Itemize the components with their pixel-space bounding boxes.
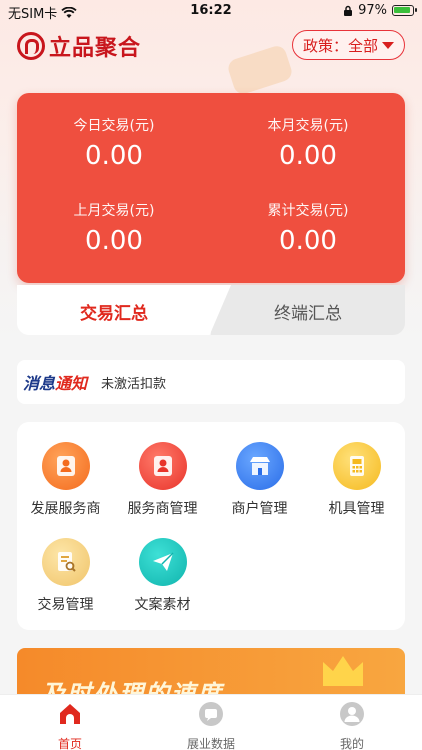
menu-develop-provider[interactable]: 发展服务商	[17, 442, 114, 518]
menu-device-management[interactable]: 机具管理	[308, 442, 405, 518]
menu-label: 发展服务商	[30, 501, 101, 517]
stat-value: 0.00	[279, 226, 337, 256]
menu-label: 交易管理	[37, 597, 94, 613]
crown-icon	[323, 656, 363, 686]
menu-label: 文案素材	[134, 597, 191, 613]
app-logo: 立品聚合	[17, 30, 141, 62]
person-badge-icon	[138, 442, 187, 490]
tabbar-data[interactable]: 展业数据	[141, 701, 281, 750]
lock-rotation-icon	[344, 5, 353, 16]
stat-value: 0.00	[85, 141, 143, 171]
stat-label: 上月交易(元)	[73, 203, 155, 219]
bottom-tab-bar: 首页 展业数据 我的	[0, 694, 422, 750]
battery-percent: 97%	[358, 3, 387, 18]
stat-cumulative: 累计交易(元) 0.00	[211, 200, 405, 256]
function-grid: 发展服务商 服务商管理 商户管理 机具管理 交易管理 文案素材	[17, 422, 405, 630]
stat-label: 今日交易(元)	[73, 118, 155, 134]
data-chat-icon	[199, 702, 223, 726]
home-icon	[60, 704, 80, 724]
menu-label: 服务商管理	[127, 501, 198, 517]
menu-merchant-management[interactable]: 商户管理	[211, 442, 308, 518]
policy-filter-label: 政策：全部	[302, 36, 378, 55]
stat-label: 本月交易(元)	[267, 118, 349, 134]
document-search-icon	[41, 538, 90, 586]
tabbar-mine[interactable]: 我的	[282, 701, 422, 750]
notice-logo: 消息通知	[23, 370, 87, 394]
app-header: 立品聚合 政策：全部	[0, 28, 422, 62]
tabbar-label: 展业数据	[186, 737, 235, 750]
message-notice-bar[interactable]: 消息通知 未激活扣款	[17, 360, 405, 404]
stat-label: 累计交易(元)	[267, 203, 349, 219]
notice-logo-part1: 消息	[23, 374, 56, 393]
policy-filter-dropdown[interactable]: 政策：全部	[291, 30, 405, 60]
banner-text: 及时处理的速度	[41, 680, 223, 694]
menu-provider-management[interactable]: 服务商管理	[114, 442, 211, 518]
user-icon	[340, 702, 364, 726]
tabbar-label: 我的	[339, 737, 364, 750]
status-bar: 无SIM卡 16:22 97%	[0, 0, 422, 22]
tab-transaction-summary[interactable]: 交易汇总	[17, 299, 211, 324]
menu-transaction-management[interactable]: 交易管理	[17, 538, 114, 614]
caret-down-icon	[382, 41, 394, 49]
transaction-stats-card: 今日交易(元) 0.00 本月交易(元) 0.00 上月交易(元) 0.00 累…	[17, 93, 405, 283]
notice-logo-part2: 通知	[55, 374, 88, 393]
promo-banner[interactable]: 及时处理的速度	[17, 648, 405, 694]
storefront-icon	[235, 442, 284, 490]
status-right: 97%	[343, 3, 417, 18]
stat-this-month: 本月交易(元) 0.00	[211, 115, 405, 171]
paper-plane-icon	[138, 538, 187, 586]
pos-terminal-icon	[332, 442, 381, 490]
stat-value: 0.00	[279, 141, 337, 171]
menu-label: 机具管理	[328, 501, 385, 517]
notice-text: 未激活扣款	[101, 376, 167, 392]
stat-value: 0.00	[85, 226, 143, 256]
stat-last-month: 上月交易(元) 0.00	[17, 200, 211, 256]
logo-mark-icon	[17, 32, 45, 60]
tabbar-label: 首页	[57, 737, 82, 750]
tab-terminal-summary[interactable]: 终端汇总	[211, 299, 405, 324]
battery-icon	[392, 5, 417, 16]
menu-copywriting-materials[interactable]: 文案素材	[114, 538, 211, 614]
summary-tabs: 交易汇总 终端汇总	[17, 285, 405, 335]
battery-level	[394, 7, 411, 13]
menu-label: 商户管理	[231, 501, 288, 517]
logo-text: 立品聚合	[49, 36, 142, 61]
tabbar-home[interactable]: 首页	[0, 701, 140, 750]
person-badge-icon	[41, 442, 90, 490]
stat-today: 今日交易(元) 0.00	[17, 115, 211, 171]
